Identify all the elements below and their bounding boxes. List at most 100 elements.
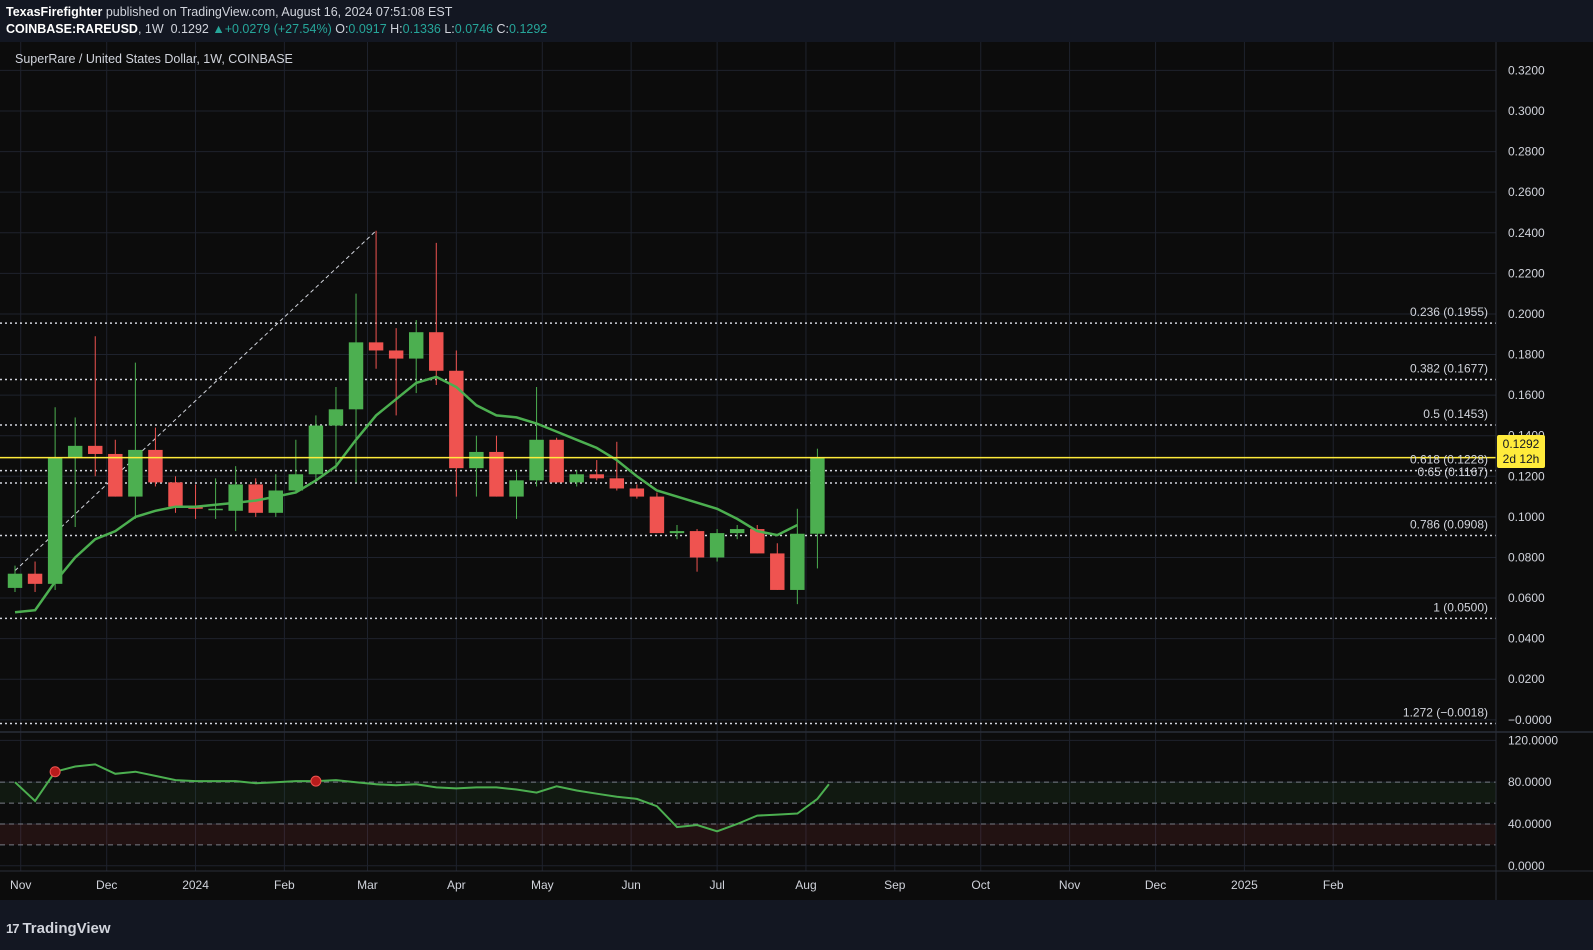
time-axis-label: Sep — [884, 878, 906, 892]
candle-up — [67, 445, 83, 459]
candle-down — [489, 451, 504, 497]
overbought-band — [0, 782, 1496, 804]
low-value: 0.0746 — [454, 22, 494, 36]
candle-down — [549, 439, 564, 483]
fibonacci-level-label: 1.272 (−0.0018) — [1403, 705, 1488, 719]
time-axis-label: Nov — [1059, 878, 1080, 892]
symbol-info: COINBASE:RAREUSD, 1W 0.1292 ▲+0.0279 (+2… — [6, 22, 548, 36]
time-axis-label: 2025 — [1231, 878, 1258, 892]
candle-up — [208, 508, 223, 511]
price-axis-label: 0.3000 — [1508, 104, 1545, 118]
fibonacci-level-label: 1 (0.0500) — [1433, 600, 1488, 614]
tradingview-brand: TradingView — [22, 920, 111, 937]
candle-up — [268, 490, 284, 513]
time-axis-label: Dec — [1145, 878, 1166, 892]
oversold-band — [0, 823, 1496, 845]
high-value: 0.1336 — [402, 22, 441, 36]
time-axis-label: Jul — [709, 878, 724, 892]
candle-down — [88, 445, 103, 454]
fibonacci-level-label: 0.5 (0.1453) — [1423, 407, 1488, 421]
price-axis-label: 0.1000 — [1508, 510, 1545, 524]
candle-up — [47, 458, 63, 584]
time-axis-label: Jun — [621, 878, 640, 892]
candle-down — [589, 474, 604, 479]
fibonacci-level-label: 0.786 (0.0908) — [1410, 518, 1488, 532]
candle-up — [569, 474, 584, 483]
candle-up — [509, 480, 524, 497]
price-axis-label: 0.2600 — [1508, 185, 1545, 199]
candle-down — [168, 482, 183, 507]
time-axis-label: Feb — [274, 878, 295, 892]
price-axis-label: 0.2400 — [1508, 226, 1545, 240]
publish-info: TexasFirefighter published on TradingVie… — [6, 5, 452, 19]
oscillator-marker — [49, 766, 61, 778]
price-axis-label: 0.0200 — [1508, 672, 1545, 686]
candle-down — [689, 531, 705, 558]
oscillator-axis-label: 40.0000 — [1508, 817, 1552, 831]
time-axis-label: Mar — [357, 878, 378, 892]
low-label: L: — [444, 22, 455, 36]
oscillator-axis-label: 80.0000 — [1508, 775, 1552, 789]
tradingview-mark-icon: 17 — [6, 921, 20, 936]
candle-down — [609, 478, 625, 489]
price-axis-label: 0.1600 — [1508, 388, 1545, 402]
candle-down — [108, 453, 123, 497]
candle-down — [629, 488, 645, 497]
price-axis-label: 0.2000 — [1508, 307, 1545, 321]
candle-up — [709, 533, 725, 558]
fibonacci-level-label: 0.65 (0.1167) — [1418, 465, 1489, 479]
candle-up — [228, 484, 243, 511]
price-axis-label: 0.3200 — [1508, 63, 1545, 77]
candle-down — [770, 553, 785, 590]
candle-up — [308, 425, 324, 475]
open-value: 0.0917 — [348, 22, 387, 36]
oscillator-axis-label: 0.0000 — [1508, 859, 1545, 873]
open-label: O: — [335, 22, 349, 36]
candle-up — [348, 342, 364, 410]
candle-down — [388, 350, 404, 359]
symbol-name[interactable]: COINBASE:RAREUSD — [6, 22, 138, 36]
change-arrow-icon: ▲ — [212, 22, 225, 36]
candle-down — [368, 342, 384, 351]
fibonacci-level-label: 0.382 (0.1677) — [1410, 361, 1488, 375]
candle-up — [790, 533, 805, 590]
tradingview-logo[interactable]: 17 TradingView — [6, 920, 111, 937]
series-legend-title[interactable]: SuperRare / United States Dollar, 1W, CO… — [15, 52, 293, 66]
time-axis-label: 2024 — [182, 878, 209, 892]
high-label: H: — [390, 22, 403, 36]
price-axis-label: 0.0800 — [1508, 550, 1545, 564]
close-value: 0.1292 — [509, 22, 548, 36]
price-axis-label: 0.2200 — [1508, 266, 1545, 280]
oscillator-marker — [310, 775, 322, 787]
author-name[interactable]: TexasFirefighter — [6, 5, 102, 19]
candle-up — [7, 573, 23, 588]
candle-up — [669, 531, 685, 534]
candle-up — [469, 451, 484, 469]
time-axis-label: May — [531, 878, 554, 892]
last-price-badge-price: 0.1292 — [1503, 437, 1540, 451]
candle-up — [328, 409, 344, 426]
price-axis-label: 0.2800 — [1508, 145, 1545, 159]
candle-down — [27, 573, 43, 584]
fibonacci-level-label: 0.236 (0.1955) — [1410, 305, 1488, 319]
close-label: C: — [496, 22, 510, 36]
time-axis-label: Feb — [1323, 878, 1344, 892]
candle-up — [729, 529, 745, 534]
candle-down — [429, 332, 444, 371]
candle-up — [810, 457, 825, 534]
last-price: 0.1292 — [170, 22, 209, 36]
price-axis-label: 0.0400 — [1508, 632, 1545, 646]
price-axis-label: −0.0000 — [1508, 713, 1552, 727]
last-price-badge-countdown: 2d 12h — [1503, 452, 1540, 466]
time-axis-label: Dec — [96, 878, 117, 892]
candle-up — [408, 332, 424, 359]
interval-label[interactable]: 1W — [145, 22, 164, 36]
publish-date: published on TradingView.com, August 16,… — [105, 5, 453, 19]
candle-up — [529, 439, 544, 481]
price-axis-label: 0.1800 — [1508, 348, 1545, 362]
chart-canvas[interactable]: 0.3200 0.3000 0.2800 0.2600 0.2400 0.2200 0.20… — [0, 42, 1593, 900]
time-axis-label: Aug — [795, 878, 816, 892]
candle-down — [148, 449, 163, 483]
time-axis-label: Nov — [10, 878, 31, 892]
time-axis-label: Apr — [447, 878, 466, 892]
